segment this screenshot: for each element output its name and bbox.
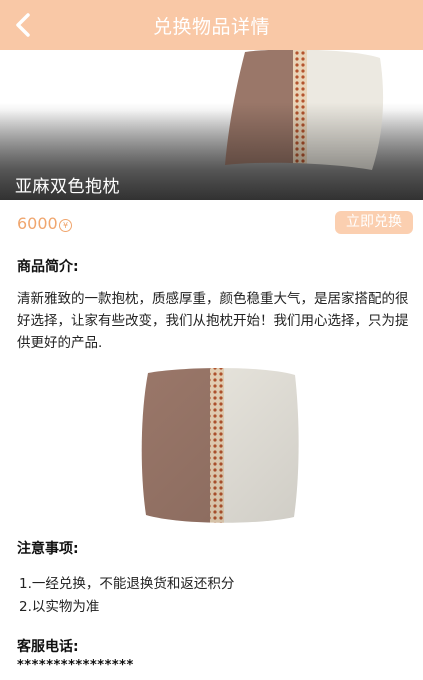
- price-row: 6000 ¥ 立即兑换: [0, 200, 423, 246]
- yen-icon: ¥: [59, 219, 72, 232]
- product-hero-image: 亚麻双色抱枕: [0, 50, 423, 200]
- back-button[interactable]: [8, 9, 38, 41]
- notes-item: 1.一经兑换，不能退换货和返还积分: [19, 576, 235, 592]
- product-price: 6000: [17, 214, 58, 233]
- product-name: 亚麻双色抱枕: [15, 177, 120, 197]
- page-title: 兑换物品详情: [152, 15, 270, 38]
- intro-title: 商品简介:: [17, 259, 79, 275]
- top-nav-bar: 兑换物品详情: [0, 0, 423, 50]
- redeem-button[interactable]: 立即兑换: [335, 211, 413, 234]
- service-title: 客服电话:: [17, 639, 79, 655]
- intro-text: 清新雅致的一款抱枕，质感厚重，颜色稳重大气，是居家搭配的很好选择，让家有些改变，…: [17, 291, 409, 351]
- notes-item: 2.以实物为准: [19, 599, 100, 615]
- notes-title: 注意事项:: [17, 541, 79, 557]
- pillow-detail-image: [141, 368, 299, 523]
- chevron-left-icon: [16, 13, 30, 37]
- service-phone: ****************: [17, 658, 134, 673]
